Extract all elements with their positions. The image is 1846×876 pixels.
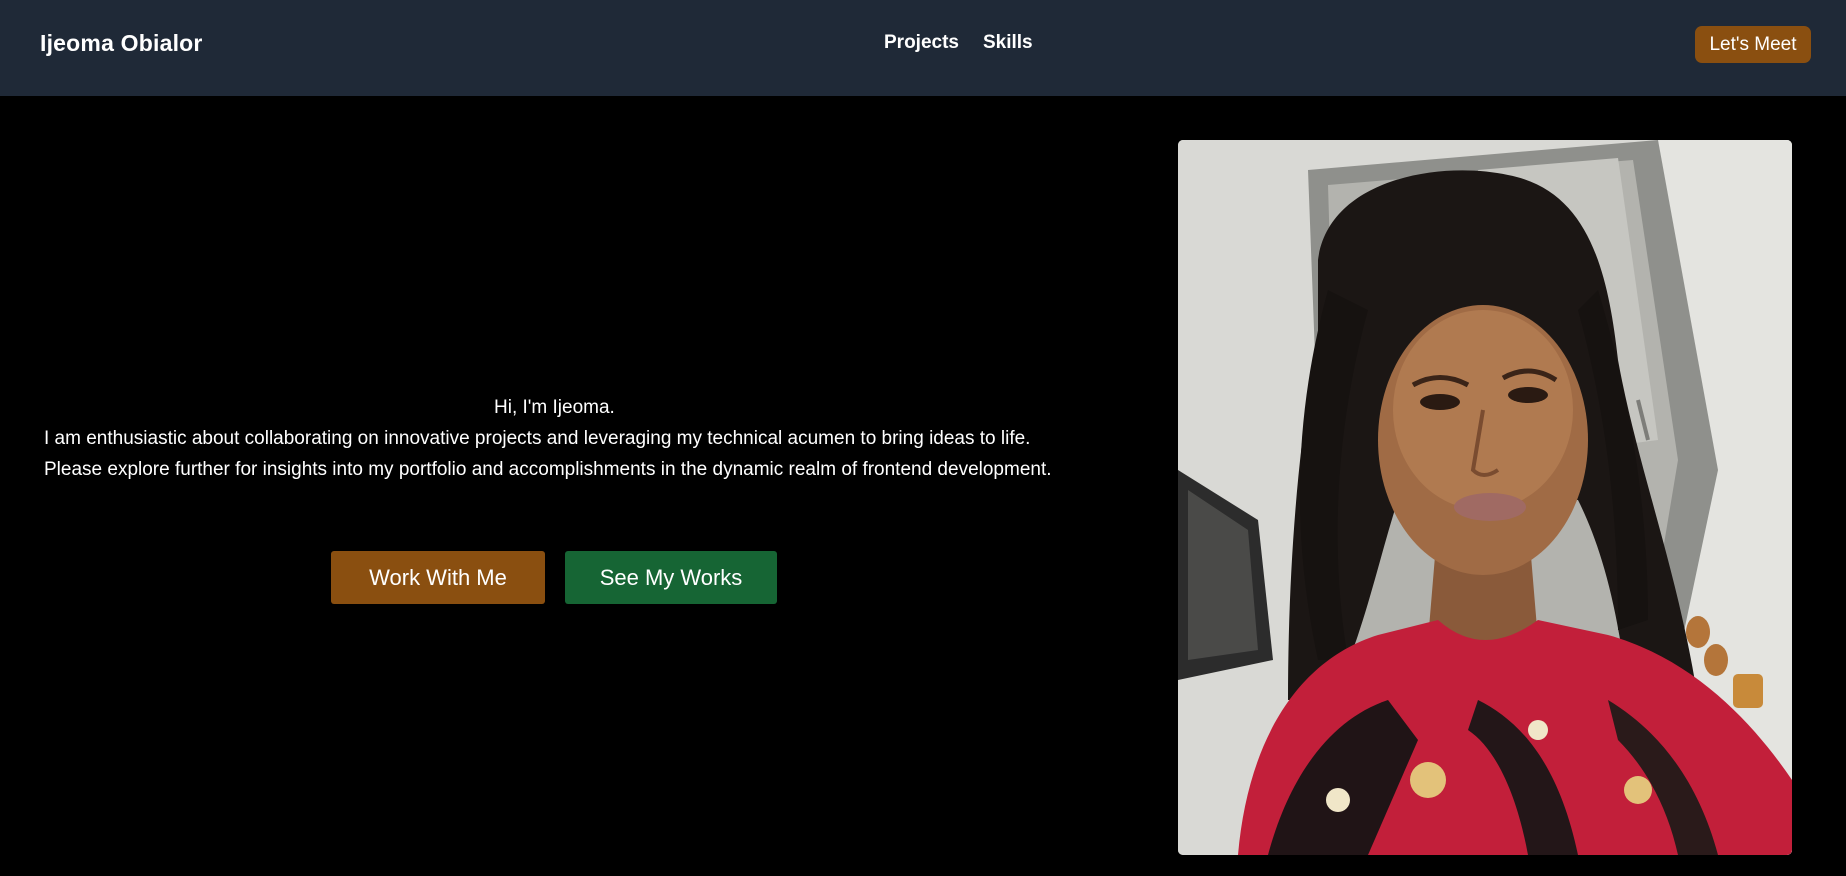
profile-photo (1178, 140, 1792, 855)
hero-greeting: Hi, I'm Ijeoma. (494, 397, 615, 418)
lets-meet-button[interactable]: Let's Meet (1695, 26, 1811, 63)
work-with-me-button[interactable]: Work With Me (331, 551, 545, 604)
nav-link-projects[interactable]: Projects (884, 32, 959, 54)
hero-text: Hi, I'm Ijeoma. I am enthusiastic about … (44, 392, 1064, 485)
brand-name[interactable]: Ijeoma Obialor (40, 30, 203, 57)
nav-links: Projects Skills (884, 32, 1033, 54)
profile-photo-illustration (1178, 140, 1792, 855)
navbar: Ijeoma Obialor Projects Skills Let's Mee… (0, 0, 1846, 96)
nav-link-skills[interactable]: Skills (983, 32, 1033, 54)
hero-intro: I am enthusiastic about collaborating on… (44, 428, 1052, 480)
hero-buttons: Work With Me See My Works (331, 551, 777, 604)
see-my-works-button[interactable]: See My Works (565, 551, 777, 604)
